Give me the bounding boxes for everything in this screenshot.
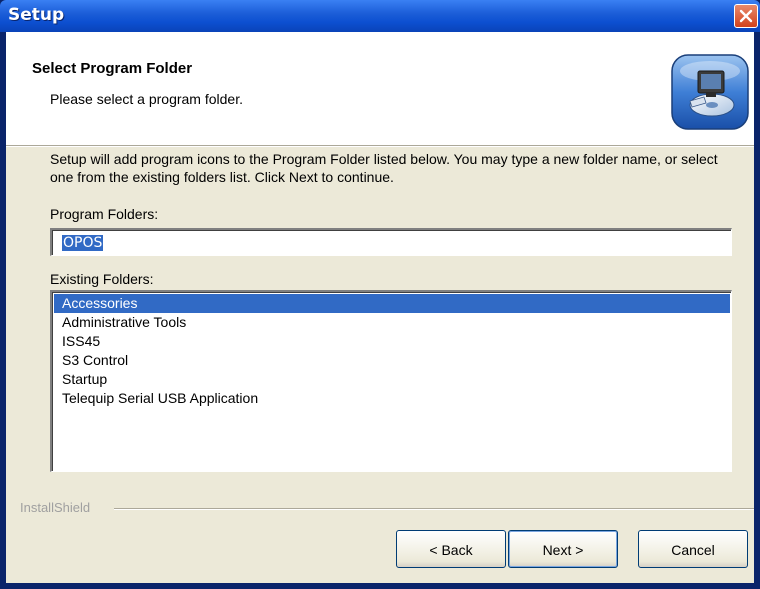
back-button[interactable]: < Back — [396, 530, 506, 568]
close-button[interactable] — [734, 4, 758, 28]
list-item-iss45[interactable]: ISS45 — [54, 332, 730, 351]
title-bar[interactable]: Setup — [0, 0, 760, 32]
list-item-accessories[interactable]: Accessories — [54, 294, 730, 313]
list-item-s3-control[interactable]: S3 Control — [54, 351, 730, 370]
setup-window: Setup Select Program Folder Please selec… — [0, 0, 760, 589]
program-folder-input[interactable]: OPOS — [50, 228, 732, 256]
header-panel: Select Program Folder Please select a pr… — [6, 32, 754, 146]
existing-folders-list[interactable]: Accessories Administrative Tools ISS45 S… — [50, 290, 732, 472]
list-item-telequip-serial-usb[interactable]: Telequip Serial USB Application — [54, 389, 730, 408]
installshield-brand: InstallShield — [20, 500, 91, 515]
page-title: Select Program Folder — [32, 60, 193, 77]
program-folders-label: Program Folders: — [50, 206, 159, 222]
window-title: Setup — [8, 5, 65, 25]
header-divider — [6, 146, 754, 147]
close-icon — [739, 9, 753, 23]
existing-folders-label: Existing Folders: — [50, 271, 154, 287]
program-folder-value: OPOS — [62, 235, 104, 251]
next-button[interactable]: Next > — [508, 530, 618, 568]
cancel-button[interactable]: Cancel — [638, 530, 748, 568]
computer-setup-icon — [671, 54, 749, 130]
list-item-startup[interactable]: Startup — [54, 370, 730, 389]
footer-divider — [114, 508, 754, 510]
page-subtitle: Please select a program folder. — [50, 91, 243, 107]
instructions-text: Setup will add program icons to the Prog… — [50, 151, 718, 185]
list-item-administrative-tools[interactable]: Administrative Tools — [54, 313, 730, 332]
